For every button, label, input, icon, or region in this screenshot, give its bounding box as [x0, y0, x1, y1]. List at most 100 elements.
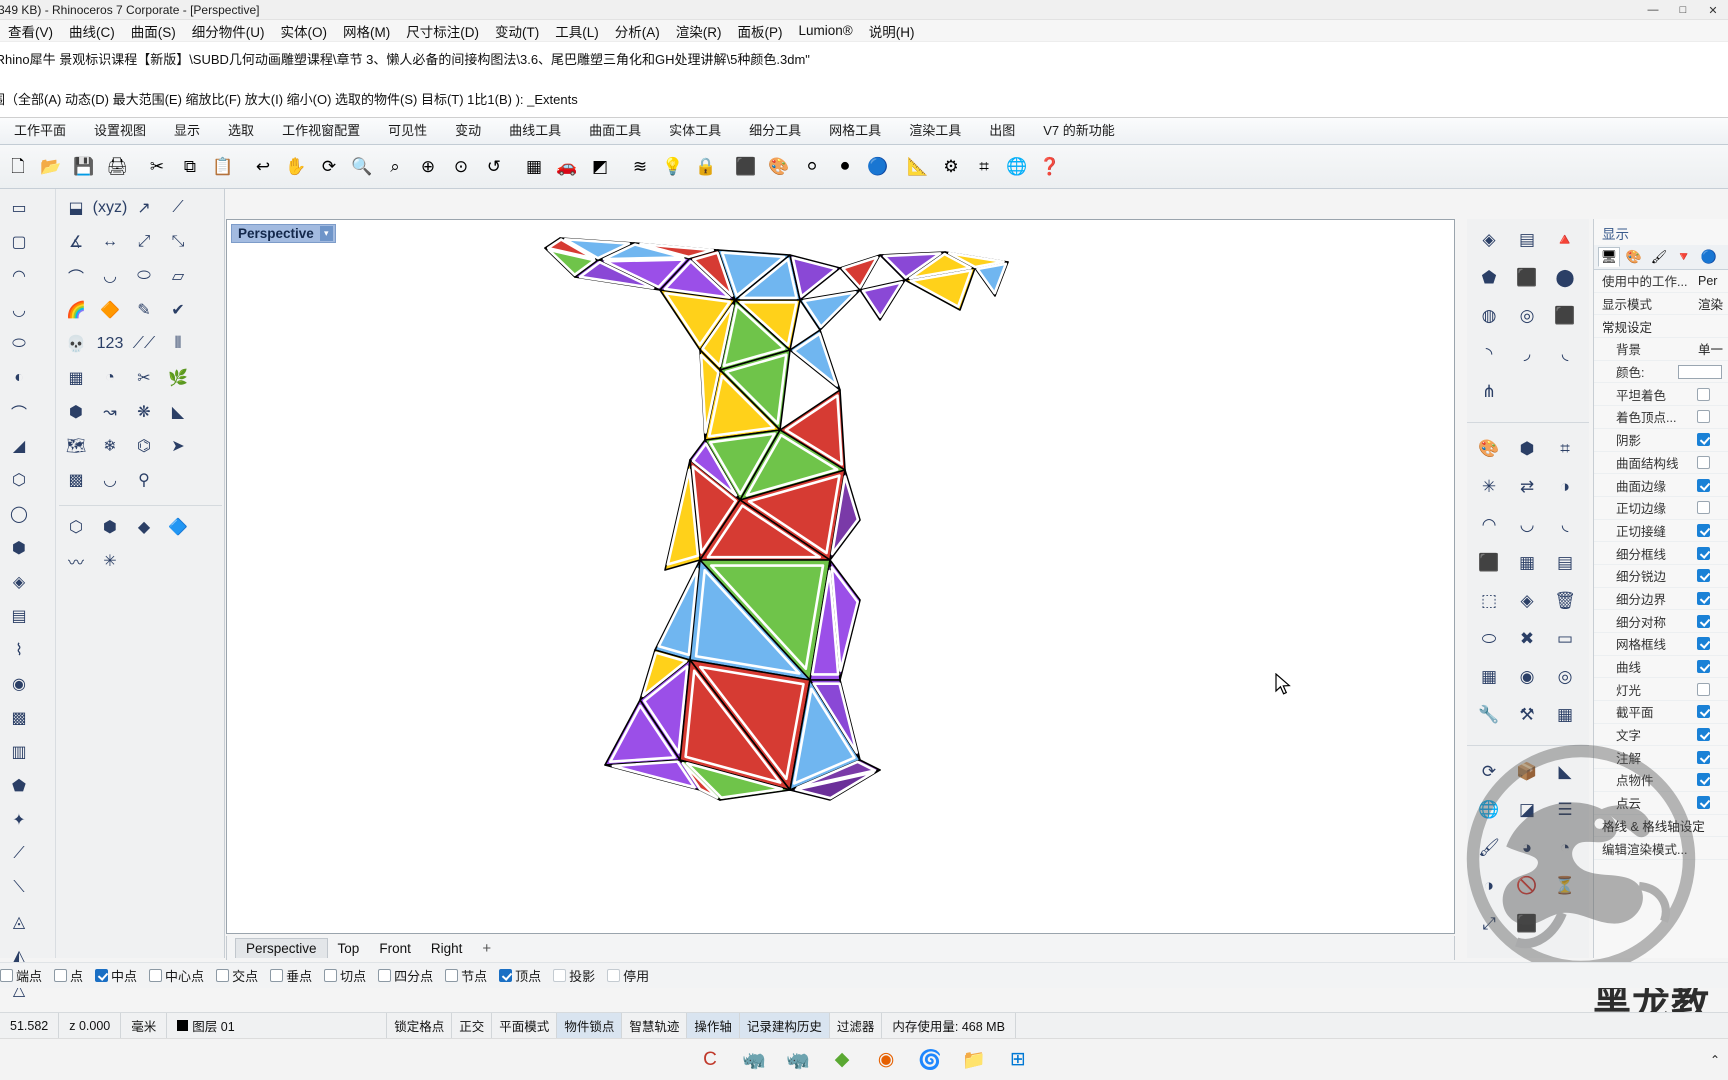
osnap-checkbox-2[interactable]	[95, 969, 109, 982]
osnap-checkbox-8[interactable]	[445, 969, 459, 982]
right-tool-1-7[interactable]: ◎	[1508, 297, 1546, 335]
display-tab-brush[interactable]: 🖌	[1648, 247, 1670, 267]
left-tool-15[interactable]: ▩	[2, 701, 36, 735]
firefox-icon[interactable]: ◉	[869, 1043, 903, 1077]
toolbar-tab-6[interactable]: 变动	[441, 117, 495, 144]
left-tool-19[interactable]: ⟋	[2, 837, 36, 871]
right-tool-3-8[interactable]: ◔	[1546, 829, 1584, 867]
menu-item-6[interactable]: 尺寸标注(D)	[398, 19, 487, 43]
right-tool-1-8[interactable]: ⬛	[1546, 297, 1584, 335]
car-render-icon[interactable]: 🚗	[551, 151, 583, 183]
right-tool-2-0[interactable]: 🎨	[1470, 430, 1508, 468]
display-row-checkbox-22[interactable]	[1697, 773, 1710, 787]
analyze-icon[interactable]: ⌗	[968, 151, 1000, 183]
display-row-checkbox-13[interactable]	[1697, 569, 1710, 583]
zoom-extents-icon[interactable]: ⊕	[412, 151, 444, 183]
status-toggle-1[interactable]: 正交	[452, 1013, 493, 1038]
display-row-color-swatch-4[interactable]	[1678, 364, 1722, 379]
light-bulb-icon[interactable]: 💡	[657, 151, 689, 183]
maximize-button[interactable]: □	[1668, 0, 1698, 20]
rhino-icon[interactable]: 🦏	[781, 1043, 815, 1077]
right-tool-3-7[interactable]: ◕	[1508, 829, 1546, 867]
status-toggle-4[interactable]: 智慧轨迹	[622, 1013, 688, 1038]
right-tool-2-18[interactable]: ▦	[1470, 658, 1508, 696]
menu-item-5[interactable]: 网格(M)	[335, 19, 398, 43]
right-tool-1-12[interactable]: ⋔	[1470, 373, 1508, 411]
left-tool-14[interactable]: ◉	[2, 667, 36, 701]
perspective-viewport[interactable]: Perspective ▾	[226, 219, 1455, 934]
right-tool-2-10[interactable]: ▦	[1508, 544, 1546, 582]
display-row-checkbox-10[interactable]	[1697, 501, 1710, 515]
right-tool-2-3[interactable]: ✳	[1470, 468, 1508, 506]
right-tool-1-4[interactable]: ⬛	[1508, 259, 1546, 297]
left-tool-5[interactable]: ◐	[2, 361, 36, 395]
camera-icon[interactable]: 📐	[902, 151, 934, 183]
left-tool-b-14[interactable]: ✎	[127, 293, 161, 327]
right-tool-2-1[interactable]: ⬢	[1508, 430, 1546, 468]
pan-icon[interactable]: ✋	[280, 151, 312, 183]
toolbar-tab-9[interactable]: 实体工具	[655, 117, 735, 144]
zoom-previous-icon[interactable]: ↺	[478, 151, 510, 183]
display-tab-monitor[interactable]: 🖥	[1598, 247, 1620, 267]
right-tool-1-1[interactable]: ▤	[1508, 221, 1546, 259]
left-tool-18[interactable]: ✦	[2, 803, 36, 837]
osnap-checkbox-4[interactable]	[216, 969, 230, 982]
status-toggle-3[interactable]: 物件锁点	[557, 1013, 623, 1038]
status-toggle-2[interactable]: 平面模式	[492, 1013, 558, 1038]
osnap-item-10[interactable]: 投影	[553, 966, 595, 985]
right-tool-1-2[interactable]: 🔺	[1546, 221, 1584, 259]
color-wheel-icon[interactable]: 🎨	[763, 151, 795, 183]
cad-app-icon[interactable]: C	[693, 1043, 727, 1077]
osnap-checkbox-9[interactable]	[499, 969, 513, 982]
right-tool-1-3[interactable]: ⬟	[1470, 259, 1508, 297]
left-tool-c-5[interactable]: ✳	[93, 544, 127, 578]
right-tool-2-9[interactable]: ⬛	[1470, 544, 1508, 582]
layer-icon[interactable]: ≋	[624, 151, 656, 183]
toolbar-tab-0[interactable]: 工作平面	[0, 117, 80, 144]
right-tool-2-16[interactable]: ✖	[1508, 620, 1546, 658]
toolbar-tab-2[interactable]: 显示	[160, 117, 214, 144]
right-tool-3-10[interactable]: 🚫	[1508, 867, 1546, 905]
viewport-tab-top[interactable]: Top	[328, 939, 370, 958]
right-tool-2-17[interactable]: ▭	[1546, 620, 1584, 658]
right-tool-3-13[interactable]: ⬛	[1508, 905, 1546, 943]
osnap-checkbox-11[interactable]	[607, 969, 621, 982]
display-tab-color[interactable]: 🎨	[1623, 247, 1645, 267]
osnap-item-6[interactable]: 切点	[324, 966, 366, 985]
display-row-value-3[interactable]: 单一	[1698, 339, 1728, 358]
display-row-checkbox-15[interactable]	[1697, 614, 1710, 628]
right-tool-1-6[interactable]: ◍	[1470, 297, 1508, 335]
toolbar-tab-14[interactable]: V7 的新功能	[1029, 117, 1129, 144]
right-tool-1-9[interactable]: ◝	[1470, 335, 1508, 373]
right-tool-2-14[interactable]: 🗑	[1546, 582, 1584, 620]
display-row-checkbox-12[interactable]	[1697, 546, 1710, 560]
right-tool-2-5[interactable]: ◑	[1546, 468, 1584, 506]
left-tool-b-24[interactable]: ⬢	[59, 395, 93, 429]
left-tool-c-2[interactable]: ◆	[127, 510, 161, 544]
left-tool-b-2[interactable]: ↗	[127, 191, 161, 225]
right-tool-2-19[interactable]: ◉	[1508, 658, 1546, 696]
zoom-window-icon[interactable]: ⌕	[379, 151, 411, 183]
left-tool-b-26[interactable]: ❋	[127, 395, 161, 429]
left-tool-2[interactable]: ◠	[2, 259, 36, 293]
left-tool-b-18[interactable]: ⟋⟋	[127, 327, 161, 361]
osnap-item-8[interactable]: 节点	[445, 966, 487, 985]
cut-icon[interactable]: ✂	[141, 151, 173, 183]
display-row-checkbox-20[interactable]	[1697, 728, 1710, 742]
left-tool-b-34[interactable]: ⚲	[127, 463, 161, 497]
display-row-checkbox-14[interactable]	[1697, 591, 1710, 605]
sphere-render-icon[interactable]: ⚫	[829, 151, 861, 183]
browser-icon[interactable]: 🌀	[913, 1043, 947, 1077]
mesh-icon[interactable]: ◩	[584, 151, 616, 183]
display-tab-sphere[interactable]: 🔵	[1698, 247, 1720, 267]
right-tool-2-20[interactable]: ◎	[1546, 658, 1584, 696]
right-tool-2-12[interactable]: ⬚	[1470, 582, 1508, 620]
left-tool-b-8[interactable]: ⌒	[59, 259, 93, 293]
left-tool-1[interactable]: ▢	[2, 225, 36, 259]
gear-icon[interactable]: ⚙	[935, 151, 967, 183]
toolbar-tab-10[interactable]: 细分工具	[735, 117, 815, 144]
toolbar-tab-1[interactable]: 设置视图	[80, 117, 160, 144]
right-tool-1-5[interactable]: ⬤	[1546, 259, 1584, 297]
status-toggle-0[interactable]: 锁定格点	[387, 1013, 453, 1038]
left-tool-10[interactable]: ⬢	[2, 531, 36, 565]
